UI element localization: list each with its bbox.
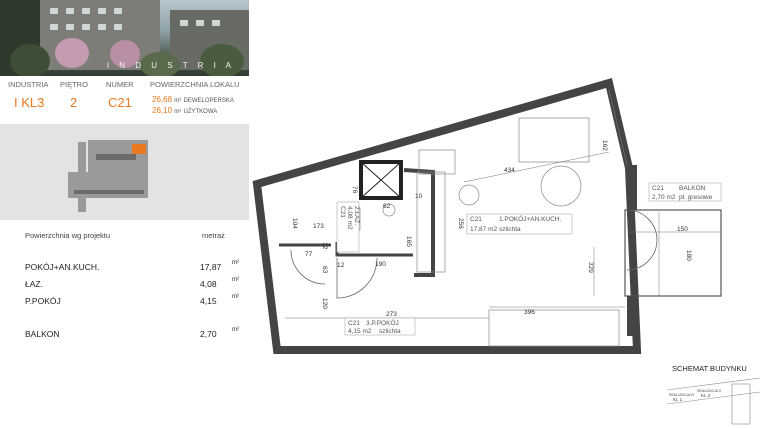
floor-key-plan	[0, 124, 249, 220]
area-uzytkowa: 26,10 m² UŻYTKOWA	[152, 106, 218, 115]
dim-label: 120	[321, 298, 328, 309]
bed	[488, 309, 620, 347]
dim-label: 150	[677, 226, 688, 233]
svg-text:4,08 m2: 4,08 m2	[346, 206, 353, 230]
svg-text:17,87 m2: 17,87 m2	[470, 226, 497, 233]
dim-label: 63	[321, 266, 328, 274]
svg-text:4,15 m2: 4,15 m2	[348, 328, 372, 335]
room-label-living: C21 1.POKÓJ+AN.KUCH. 17,87 m2 szlichta	[466, 213, 573, 235]
svg-text:szlichta: szlichta	[379, 328, 401, 335]
unit-highlight	[132, 144, 146, 154]
schema-title: SCHEMAT BUDYNKU	[672, 364, 747, 373]
svg-text:2,70 m2: 2,70 m2	[652, 194, 676, 201]
dim-label: 256	[457, 218, 464, 229]
dim-label: 329	[587, 262, 594, 273]
svg-text:szlichta: szlichta	[499, 226, 521, 233]
svg-text:C21: C21	[348, 320, 360, 327]
dim-label: 12	[337, 262, 345, 269]
svg-text:3.P.POKÓJ: 3.P.POKÓJ	[366, 318, 399, 327]
building-photo: I N D U S T R I A	[0, 0, 249, 76]
dim-label: 12	[321, 242, 328, 250]
dim-label: 76	[351, 186, 358, 194]
header-industria: INDUSTRIA	[8, 80, 49, 89]
svg-text:C21: C21	[470, 216, 482, 223]
svg-text:C21: C21	[652, 185, 664, 192]
table-unit-head: metraż	[202, 231, 225, 240]
dim-label: 434	[504, 167, 515, 174]
dim-label: 273	[386, 311, 397, 318]
room-label-balcony: C21 BALKON 2,70 m2 pł. gresowe	[648, 182, 722, 202]
table-title: Powierzchnia wg projektu	[25, 231, 111, 240]
balcony	[624, 209, 722, 297]
value-industria: I KL3	[14, 95, 45, 110]
svg-text:1.POKÓJ+AN.KUCH.: 1.POKÓJ+AN.KUCH.	[499, 214, 562, 223]
dim-label: 62	[383, 203, 391, 210]
dim-label: 190	[375, 261, 386, 268]
building-schema: REALIZACJA IV KL 1 REALIZACJA II KL 2	[666, 377, 760, 425]
dim-label: 396	[524, 309, 535, 316]
brand-watermark: I N D U S T R I A	[106, 61, 235, 70]
header-powierzchnia: POWIERZCHNIA LOKALU	[150, 80, 240, 89]
room-label-bath: C21 4,08 m2 2.ŁAZ.	[336, 201, 360, 253]
svg-text:C21: C21	[339, 206, 346, 218]
dim-label: 162	[601, 140, 608, 151]
room-label-hall: C21 3.P.POKÓJ 4,15 m2 szlichta	[344, 317, 416, 336]
svg-text:KL 1: KL 1	[673, 397, 683, 402]
dim-label: 10	[415, 193, 423, 200]
value-pietro: 2	[70, 95, 78, 110]
dim-label: 173	[313, 223, 324, 230]
area-deweloperska: 26,68 m² DEWELOPERSKA	[152, 95, 234, 104]
dim-label: 104	[291, 218, 298, 229]
header-numer: NUMER	[106, 80, 134, 89]
sofa	[518, 117, 590, 163]
svg-text:pł. gresowe: pł. gresowe	[679, 194, 713, 201]
svg-text:2.ŁAZ.: 2.ŁAZ.	[353, 206, 360, 225]
header-pietro: PIĘTRO	[60, 80, 88, 89]
table	[540, 165, 582, 207]
svg-text:KL 2: KL 2	[701, 393, 711, 398]
value-numer: C21	[108, 95, 132, 110]
dim-label: 180	[685, 250, 692, 261]
dim-label: 77	[305, 251, 313, 258]
info-panel: I N D U S T R I A INDUSTRIA PIĘTRO NUMER…	[0, 0, 249, 428]
svg-text:BALKON: BALKON	[679, 185, 706, 192]
dim-label: 165	[405, 236, 412, 247]
